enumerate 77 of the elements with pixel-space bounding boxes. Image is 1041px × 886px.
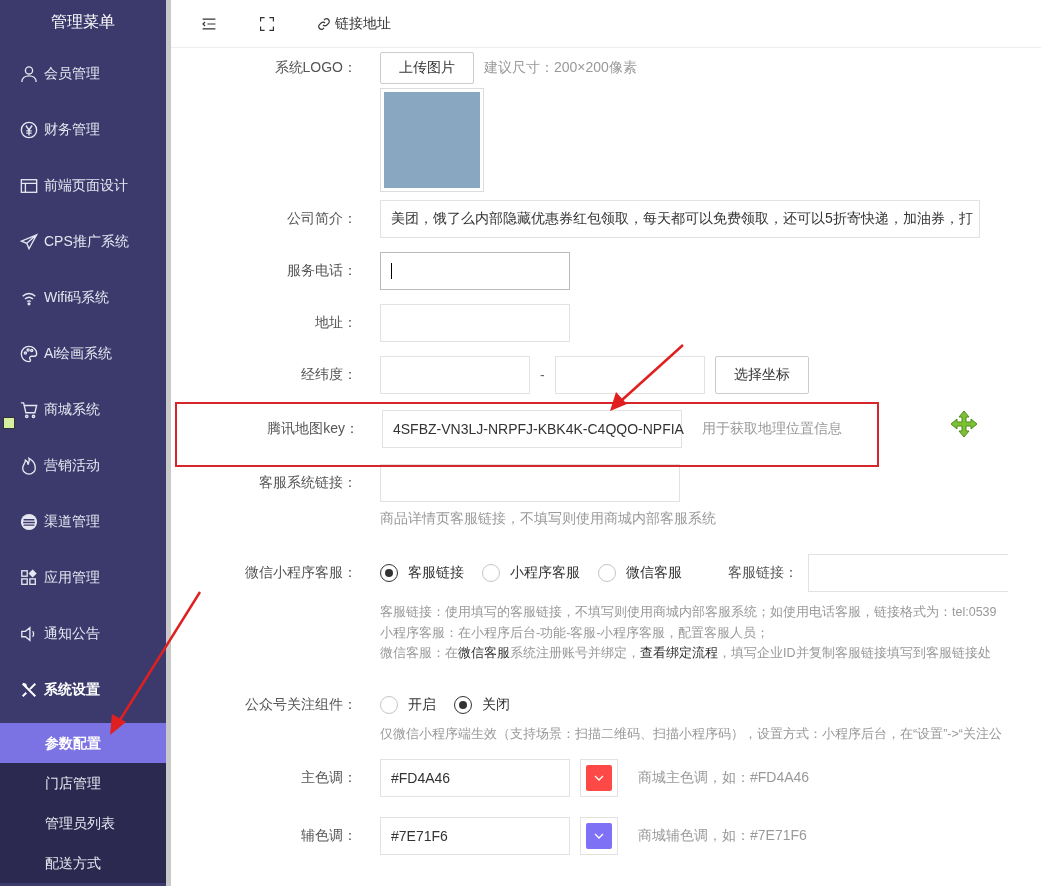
tools-icon (20, 681, 38, 699)
sidebar-item[interactable]: 会员管理 (0, 46, 166, 102)
radio-option[interactable]: 开启 (380, 695, 436, 714)
square-marker (3, 417, 15, 429)
sidebar-item[interactable]: 前端页面设计 (0, 158, 166, 214)
field-label: 系统LOGO： (273, 59, 357, 77)
sidebar-item[interactable]: 财务管理 (0, 102, 166, 158)
hint-text: 商城主色调，如：#FD4A46 (638, 768, 810, 787)
paper-plane-icon (20, 233, 38, 251)
link-icon (317, 16, 331, 31)
field-label: 微信小程序客服： (244, 564, 357, 582)
text-link[interactable]: 查看绑定流程 (640, 646, 718, 660)
list-icon (20, 513, 38, 531)
move-cursor-icon (950, 410, 978, 438)
field-label: 地址： (314, 314, 357, 332)
fullscreen-icon[interactable] (259, 15, 275, 32)
field-label: 客服系统链接： (258, 474, 357, 492)
field-label: 服务电话： (286, 262, 357, 280)
radio-option[interactable]: 关闭 (454, 695, 510, 714)
field-label: 公众号关注组件： (244, 695, 357, 714)
input-field[interactable] (380, 356, 530, 394)
link-address-link[interactable]: 链接地址 (317, 14, 391, 33)
color-picker[interactable] (580, 816, 618, 855)
input-field[interactable]: 4SFBZ-VN3LJ-NRPFJ-KBK4K-C4QQO-NPFIA (382, 410, 682, 448)
sidebar-item[interactable]: 系统设置 (0, 662, 166, 718)
chevron-down-icon (594, 774, 604, 781)
sidebar-item[interactable]: Ai绘画系统 (0, 326, 166, 382)
field-label: 辅色调： (300, 826, 357, 845)
field-label: 公司简介： (286, 210, 357, 228)
field-label: 客服链接： (728, 564, 798, 582)
input-field[interactable]: #FD4A46 (380, 758, 570, 797)
hint-text: 商品详情页客服链接，不填写则使用商城内部客服系统 (380, 510, 717, 528)
submenu-item[interactable]: 配送方式 (0, 843, 166, 883)
input-field[interactable]: #7E71F6 (380, 816, 570, 855)
field-label: 主色调： (300, 768, 357, 787)
input-field[interactable] (808, 554, 1008, 592)
user-icon (20, 65, 38, 83)
yen-icon (20, 121, 38, 139)
select-coordinates-button[interactable]: 选择坐标 (714, 356, 809, 394)
hint-text: 建议尺寸：200×200像素 (484, 59, 637, 77)
range-separator: - (540, 367, 545, 383)
palette-icon (20, 345, 38, 363)
submenu-item[interactable]: 门店管理 (0, 763, 166, 803)
upload-button[interactable]: 上传图片 (380, 52, 474, 84)
text-link[interactable]: 微信客服 (458, 646, 510, 660)
radio-option[interactable]: 微信客服 (598, 564, 682, 582)
hint-text: 仅微信小程序端生效（支持场景：扫描二维码、扫描小程序码），设置方式：小程序后台，在“设置”->“关注公 (380, 725, 1003, 743)
cart-icon (20, 401, 38, 419)
submenu-item[interactable]: 参数配置 (0, 723, 166, 763)
hint-text: 用于获取地理位置信息 (702, 420, 842, 438)
input-field[interactable] (380, 464, 680, 502)
sidebar-item[interactable]: 通知公告 (0, 606, 166, 662)
sidebar-item[interactable]: Wifi码系统 (0, 270, 166, 326)
submenu-item[interactable]: 管理员列表 (0, 803, 166, 843)
window-icon (20, 177, 38, 195)
hint-text: 微信客服：在微信客服系统注册账号并绑定，查看绑定流程，填写企业ID并复制客服链接填写到客服链接处 (380, 645, 992, 662)
sidebar-item[interactable]: 应用管理 (0, 550, 166, 606)
radio-option[interactable]: 客服链接 (380, 564, 464, 582)
color-picker[interactable] (580, 758, 618, 797)
radio-option[interactable]: 小程序客服 (482, 564, 580, 582)
input-field[interactable] (380, 252, 570, 290)
input-field[interactable] (554, 356, 705, 394)
field-label: 腾讯地图key： (266, 420, 359, 438)
hint-text: 客服链接：使用填写的客服链接，不填写则使用商城内部客服系统；如使用电话客服，链接格式为：tel:0539 (380, 604, 998, 621)
sidebar-item[interactable]: 渠道管理 (0, 494, 166, 550)
chevron-down-icon (594, 832, 604, 839)
sidebar-title: 管理菜单 (50, 12, 116, 32)
input-field[interactable] (380, 304, 570, 342)
flame-icon (20, 457, 38, 475)
field-label: 经纬度： (300, 366, 357, 384)
apps-icon (20, 569, 38, 587)
hint-text: 小程序客服：在小程序后台-功能-客服-小程序客服，配置客服人员； (380, 624, 771, 642)
hint-text: 商城辅色调，如：#7E71F6 (638, 826, 807, 845)
sidebar-item[interactable]: 营销活动 (0, 438, 166, 494)
sidebar-item[interactable]: CPS推广系统 (0, 214, 166, 270)
input-field[interactable]: 美团，饿了么内部隐藏优惠券红包领取，每天都可以免费领取，还可以5折寄快递，加油券，打 (380, 200, 980, 238)
sidebar-item[interactable]: 商城系统 (0, 382, 166, 438)
